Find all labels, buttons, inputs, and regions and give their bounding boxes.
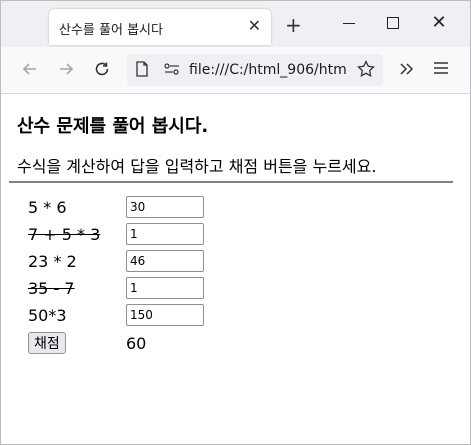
question-expression: 7 + 5 * 3 bbox=[28, 225, 101, 244]
url-text[interactable]: file:///C:/html_906/html_2 bbox=[189, 62, 347, 78]
minimize-icon[interactable] bbox=[339, 13, 359, 33]
tab-active[interactable]: 산수를 풀어 봅시다 ✕ bbox=[49, 9, 271, 45]
overflow-chevron-icon[interactable] bbox=[397, 60, 415, 83]
score-value: 60 bbox=[126, 334, 147, 353]
bookmark-star-icon[interactable] bbox=[357, 59, 375, 83]
hamburger-menu-icon[interactable] bbox=[433, 60, 449, 81]
answer-input[interactable] bbox=[126, 304, 204, 326]
answer-input[interactable] bbox=[126, 196, 204, 218]
back-arrow-icon[interactable] bbox=[21, 60, 39, 83]
question-expression: 5 * 6 bbox=[28, 198, 67, 217]
navigation-bar: file:///C:/html_906/html_2 bbox=[1, 47, 470, 94]
forward-arrow-icon[interactable] bbox=[57, 60, 75, 83]
permissions-icon[interactable] bbox=[163, 61, 181, 81]
browser-window: 산수를 풀어 봅시다 ✕ + ✕ file:///C:/html_906/htm… bbox=[0, 0, 471, 445]
new-tab-icon[interactable]: + bbox=[285, 15, 302, 35]
tab-close-icon[interactable]: ✕ bbox=[248, 18, 261, 34]
tab-title: 산수를 풀어 봅시다 bbox=[59, 23, 163, 38]
reload-icon[interactable] bbox=[93, 60, 111, 83]
page-description: 수식을 계산하여 답을 입력하고 채점 버튼을 누르세요. bbox=[17, 157, 377, 176]
answer-input[interactable] bbox=[126, 250, 204, 272]
answer-input[interactable] bbox=[126, 277, 204, 299]
address-bar[interactable]: file:///C:/html_906/html_2 bbox=[127, 54, 383, 86]
answer-input[interactable] bbox=[126, 223, 204, 245]
question-expression: 35 - 7 bbox=[28, 279, 75, 298]
page-icon bbox=[135, 61, 149, 81]
horizontal-rule bbox=[9, 181, 453, 183]
page-heading: 산수 문제를 풀어 봅시다. bbox=[17, 116, 209, 137]
question-expression: 50*3 bbox=[28, 306, 67, 325]
window-close-icon[interactable]: ✕ bbox=[429, 13, 449, 33]
maximize-icon[interactable] bbox=[383, 13, 403, 33]
question-expression: 23 * 2 bbox=[28, 252, 77, 271]
tab-strip: 산수를 풀어 봅시다 ✕ + ✕ bbox=[1, 1, 470, 47]
grade-button[interactable]: 채점 bbox=[28, 332, 66, 354]
page-content: 산수 문제를 풀어 봅시다. 수식을 계산하여 답을 입력하고 채점 버튼을 누… bbox=[1, 94, 470, 444]
